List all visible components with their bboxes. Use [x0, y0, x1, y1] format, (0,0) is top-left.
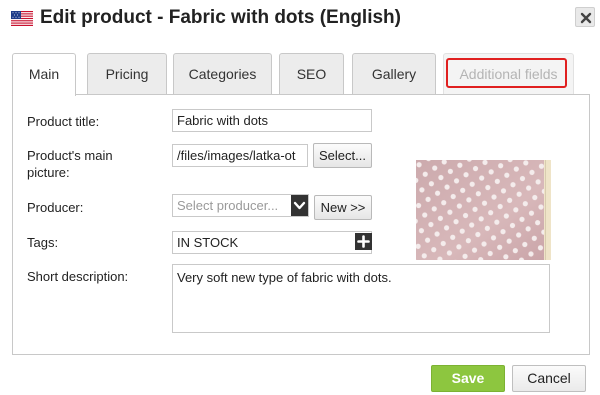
close-button[interactable]	[575, 7, 595, 27]
product-title-label: Product title:	[27, 114, 100, 129]
producer-label: Producer:	[27, 200, 84, 215]
main-picture-label-line2: picture:	[27, 165, 70, 180]
tags-label: Tags:	[27, 235, 59, 250]
product-title-input[interactable]: Fabric with dots	[172, 109, 372, 132]
new-producer-button[interactable]: New >>	[314, 195, 372, 220]
dialog-title: Edit product - Fabric with dots (English…	[40, 7, 401, 28]
producer-select[interactable]: Select producer...	[172, 194, 309, 217]
dialog-titlebar: Edit product - Fabric with dots (English…	[0, 0, 600, 38]
close-icon	[580, 12, 592, 24]
tab-main[interactable]: Main	[12, 53, 76, 96]
producer-dropdown-button[interactable]	[291, 195, 308, 216]
main-picture-thumbnail	[416, 160, 551, 260]
edit-product-dialog: Edit product - Fabric with dots (English…	[0, 0, 600, 395]
tab-categories[interactable]: Categories	[173, 53, 272, 94]
tab-pricing[interactable]: Pricing	[87, 53, 167, 94]
cancel-button[interactable]: Cancel	[512, 365, 586, 392]
tags-input[interactable]: IN STOCK	[172, 231, 372, 254]
main-picture-path-input[interactable]: /files/images/latka-ot	[172, 144, 308, 167]
tab-highlight-box	[446, 58, 567, 88]
short-description-textarea[interactable]: Very soft new type of fabric with dots.	[172, 264, 550, 333]
tab-gallery[interactable]: Gallery	[352, 53, 436, 94]
short-description-label: Short description:	[27, 269, 129, 284]
tab-seo[interactable]: SEO	[279, 53, 344, 94]
select-picture-button[interactable]: Select...	[313, 143, 372, 168]
plus-icon	[357, 235, 370, 248]
us-flag-icon	[11, 11, 33, 26]
main-picture-label-line1: Product's main	[27, 148, 113, 163]
chevron-down-icon	[293, 201, 306, 210]
add-tag-button[interactable]	[355, 233, 372, 250]
save-button[interactable]: Save	[431, 365, 505, 392]
